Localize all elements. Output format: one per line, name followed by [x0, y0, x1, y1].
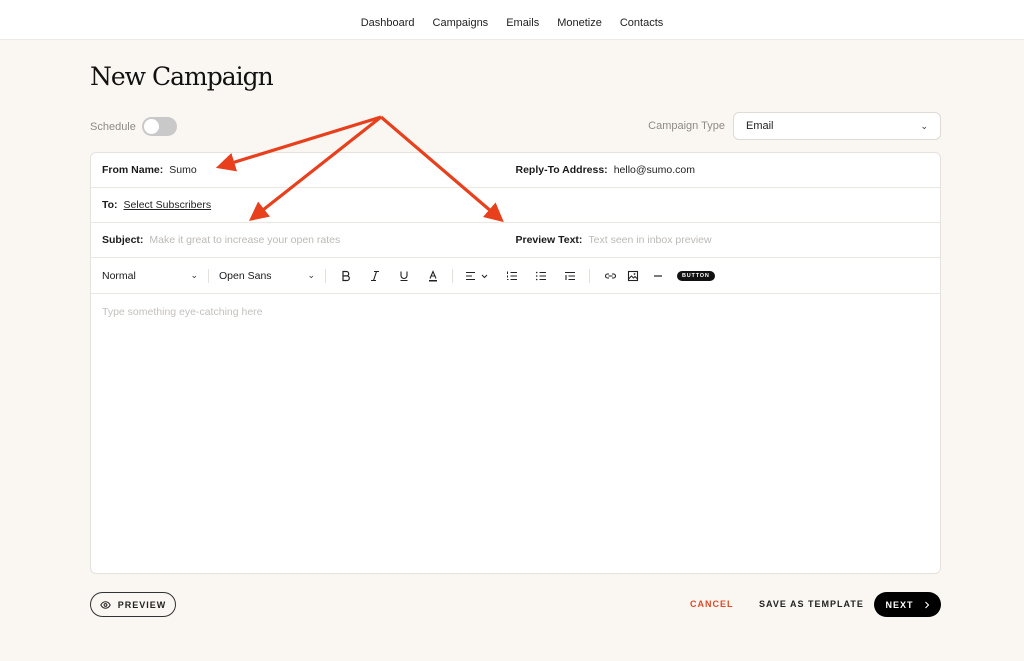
from-name-value[interactable]: Sumo	[169, 164, 196, 176]
toolbar-divider	[589, 268, 590, 283]
chevron-down-icon: ⌄	[190, 270, 198, 280]
page-title: New Campaign	[90, 62, 274, 91]
eye-icon	[99, 600, 111, 609]
campaign-type-value: Email	[746, 120, 774, 132]
horizontal-rule-button[interactable]	[648, 266, 668, 286]
paragraph-style-select[interactable]: Normal ⌄	[102, 270, 198, 282]
top-nav: Dashboard Campaigns Emails Monetize Cont…	[0, 0, 1024, 40]
from-name-field[interactable]: From Name: Sumo	[102, 164, 516, 176]
toolbar-divider	[452, 268, 453, 283]
from-row: From Name: Sumo Reply-To Address: hello@…	[91, 153, 940, 188]
align-left-icon	[466, 271, 488, 280]
underline-icon	[400, 271, 408, 281]
paragraph-style-value: Normal	[102, 269, 136, 282]
from-name-label: From Name:	[102, 164, 164, 176]
indent-button[interactable]	[560, 266, 580, 286]
save-as-template-button[interactable]: SAVE AS TEMPLATE	[759, 599, 864, 609]
align-button[interactable]	[463, 266, 493, 286]
bullet-list-icon	[535, 271, 546, 280]
reply-to-field[interactable]: Reply-To Address: hello@sumo.com	[516, 164, 930, 176]
nav-contacts[interactable]: Contacts	[620, 17, 663, 29]
subject-input[interactable]: Make it great to increase your open rate…	[149, 234, 340, 246]
font-value: Open Sans	[219, 269, 272, 282]
next-label: NEXT	[885, 599, 914, 610]
preview-label: PREVIEW	[117, 599, 167, 610]
nav-campaigns[interactable]: Campaigns	[433, 17, 489, 29]
subject-label: Subject:	[102, 234, 144, 246]
schedule-toggle[interactable]	[141, 117, 177, 136]
insert-button-block[interactable]: BUTTON	[677, 270, 715, 281]
email-body-editor[interactable]: Type something eye-catching here	[91, 294, 940, 573]
toolbar-divider	[208, 268, 209, 283]
ordered-list-icon	[507, 271, 517, 280]
campaign-type-select[interactable]: Email ⌄	[733, 112, 941, 140]
next-button[interactable]: NEXT	[874, 592, 941, 617]
link-button[interactable]	[600, 266, 620, 286]
subject-row: Subject: Make it great to increase your …	[91, 223, 940, 258]
nav-monetize[interactable]: Monetize	[557, 17, 602, 29]
italic-button[interactable]	[365, 266, 385, 286]
ordered-list-button[interactable]	[502, 266, 522, 286]
preview-text-label: Preview Text:	[515, 234, 583, 246]
image-icon	[627, 270, 639, 281]
bullet-list-button[interactable]	[531, 266, 551, 286]
indent-icon	[565, 271, 575, 280]
to-label: To:	[102, 199, 118, 211]
campaign-type-label: Campaign Type	[648, 120, 725, 132]
select-subscribers-link[interactable]: Select Subscribers	[124, 199, 212, 211]
reply-to-value[interactable]: hello@sumo.com	[614, 164, 695, 176]
font-select[interactable]: Open Sans ⌄	[219, 270, 315, 282]
nav-dashboard[interactable]: Dashboard	[361, 17, 415, 29]
preview-text-field[interactable]: Preview Text: Text seen in inbox preview	[516, 234, 930, 246]
nav-emails[interactable]: Emails	[506, 17, 539, 29]
chevron-right-icon	[924, 601, 929, 608]
subject-field[interactable]: Subject: Make it great to increase your …	[102, 234, 516, 246]
chevron-down-icon: ⌄	[307, 270, 315, 280]
image-button[interactable]	[623, 266, 643, 286]
horizontal-rule-icon	[654, 274, 662, 277]
italic-icon	[371, 270, 379, 281]
toggle-knob	[143, 119, 159, 134]
bold-button[interactable]	[336, 266, 356, 286]
bold-icon	[342, 270, 350, 281]
schedule-label: Schedule	[90, 120, 136, 133]
toolbar-divider	[325, 268, 326, 283]
text-color-icon	[429, 269, 437, 281]
text-color-button[interactable]	[423, 266, 443, 286]
to-row: To: Select Subscribers	[91, 188, 940, 223]
link-icon	[604, 272, 616, 279]
cancel-button[interactable]: CANCEL	[690, 599, 734, 609]
preview-button[interactable]: PREVIEW	[90, 592, 176, 617]
preview-text-input[interactable]: Text seen in inbox preview	[588, 234, 711, 246]
reply-to-label: Reply-To Address:	[515, 164, 608, 176]
schedule-control: Schedule	[90, 117, 177, 136]
campaign-type-control: Campaign Type Email ⌄	[648, 112, 941, 140]
underline-button[interactable]	[394, 266, 414, 286]
campaign-form: From Name: Sumo Reply-To Address: hello@…	[90, 152, 941, 574]
chevron-down-icon: ⌄	[920, 120, 928, 131]
editor-toolbar: Normal ⌄ Open Sans ⌄ BUTTON	[91, 258, 940, 294]
